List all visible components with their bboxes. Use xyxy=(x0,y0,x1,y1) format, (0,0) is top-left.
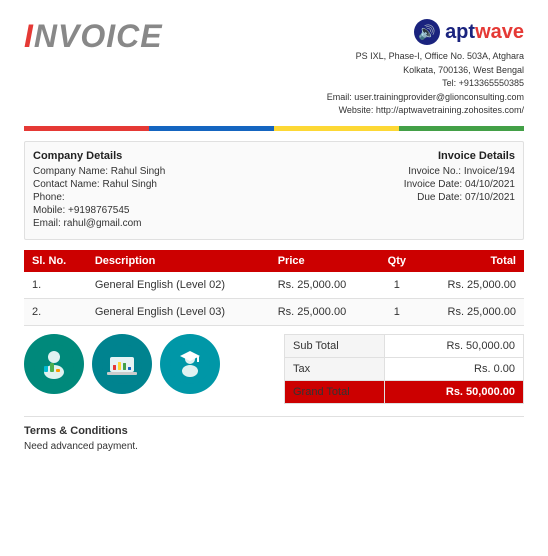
table-row: 1. General English (Level 02) Rs. 25,000… xyxy=(24,272,524,299)
invoice-page: INVOICE 🔊 aptwave PS IXL, Phase-I, Offic… xyxy=(0,0,548,470)
row2-qty: 1 xyxy=(375,298,418,325)
terms-section: Terms & Conditions Need advanced payment… xyxy=(24,416,524,452)
grand-total-value: Rs. 50,000.00 xyxy=(385,380,524,403)
row1-total: Rs. 25,000.00 xyxy=(418,272,524,299)
subtotal-value: Rs. 50,000.00 xyxy=(385,334,524,357)
col-description: Description xyxy=(87,250,270,272)
logo-text: aptwave xyxy=(445,21,524,44)
company-address: PS IXL, Phase-I, Office No. 503A, Atghar… xyxy=(327,50,524,118)
icon-circle-2 xyxy=(92,334,152,394)
row1-description: General English (Level 02) xyxy=(87,272,270,299)
row2-total: Rs. 25,000.00 xyxy=(418,298,524,325)
bar-yellow xyxy=(274,126,399,131)
address-line-2: Kolkata, 700136, West Bengal xyxy=(327,64,524,78)
invoice-details-title: Invoice Details xyxy=(404,150,515,162)
teacher-icon xyxy=(34,344,74,384)
logo-wave: wave xyxy=(475,21,524,43)
row1-sl: 1. xyxy=(24,272,87,299)
bottom-section: Sub Total Rs. 50,000.00 Tax Rs. 0.00 Gra… xyxy=(24,334,524,404)
invoice-line-2: Due Date: 07/10/2021 xyxy=(404,192,515,203)
row1-price: Rs. 25,000.00 xyxy=(270,272,376,299)
grand-total-row: Grand Total Rs. 50,000.00 xyxy=(285,380,524,403)
col-sl: Sl. No. xyxy=(24,250,87,272)
invoice-title-i: I xyxy=(24,18,34,54)
totals-table: Sub Total Rs. 50,000.00 Tax Rs. 0.00 Gra… xyxy=(284,334,524,404)
company-details: Company Details Company Name: Rahul Sing… xyxy=(33,150,404,231)
bar-green xyxy=(399,126,524,131)
invoice-title-area: INVOICE xyxy=(24,18,163,55)
logo: 🔊 aptwave xyxy=(327,18,524,46)
totals-area: Sub Total Rs. 50,000.00 Tax Rs. 0.00 Gra… xyxy=(284,334,524,404)
company-line-4: Email: rahul@gmail.com xyxy=(33,218,404,229)
aptwave-logo-icon: 🔊 xyxy=(413,18,441,46)
logo-apt: apt xyxy=(445,21,475,43)
svg-text:🔊: 🔊 xyxy=(418,23,435,41)
company-line-2: Phone: xyxy=(33,192,404,203)
bar-red xyxy=(24,126,149,131)
icon-circle-3 xyxy=(160,334,220,394)
icon-circle-1 xyxy=(24,334,84,394)
row2-sl: 2. xyxy=(24,298,87,325)
laptop-chart-icon xyxy=(102,344,142,384)
subtotal-label: Sub Total xyxy=(285,334,385,357)
company-details-title: Company Details xyxy=(33,150,404,162)
col-price: Price xyxy=(270,250,376,272)
row2-price: Rs. 25,000.00 xyxy=(270,298,376,325)
color-bar xyxy=(24,126,524,131)
tax-value: Rs. 0.00 xyxy=(385,357,524,380)
address-line-5: Website: http://aptwavetraining.zohosite… xyxy=(327,104,524,118)
invoice-details: Invoice Details Invoice No.: Invoice/194… xyxy=(404,150,515,231)
table-row: 2. General English (Level 03) Rs. 25,000… xyxy=(24,298,524,325)
terms-text: Need advanced payment. xyxy=(24,441,524,452)
row1-qty: 1 xyxy=(375,272,418,299)
table-header-row: Sl. No. Description Price Qty Total xyxy=(24,250,524,272)
header: INVOICE 🔊 aptwave PS IXL, Phase-I, Offic… xyxy=(24,18,524,118)
logo-address-area: 🔊 aptwave PS IXL, Phase-I, Office No. 50… xyxy=(327,18,524,118)
graduate-icon xyxy=(170,344,210,384)
tax-row: Tax Rs. 0.00 xyxy=(285,357,524,380)
invoice-title: INVOICE xyxy=(24,18,163,55)
subtotal-row: Sub Total Rs. 50,000.00 xyxy=(285,334,524,357)
col-qty: Qty xyxy=(375,250,418,272)
invoice-table: Sl. No. Description Price Qty Total 1. G… xyxy=(24,250,524,326)
col-total: Total xyxy=(418,250,524,272)
row2-description: General English (Level 03) xyxy=(87,298,270,325)
invoice-title-rest: NVOICE xyxy=(34,18,163,54)
address-line-3: Tel: +913365550385 xyxy=(327,77,524,91)
details-row: Company Details Company Name: Rahul Sing… xyxy=(24,141,524,240)
invoice-line-1: Invoice Date: 04/10/2021 xyxy=(404,179,515,190)
company-line-3: Mobile: +9198767545 xyxy=(33,205,404,216)
bar-blue xyxy=(149,126,274,131)
terms-title: Terms & Conditions xyxy=(24,425,524,437)
grand-total-label: Grand Total xyxy=(285,380,385,403)
address-line-4: Email: user.trainingprovider@glionconsul… xyxy=(327,91,524,105)
company-line-0: Company Name: Rahul Singh xyxy=(33,166,404,177)
invoice-line-0: Invoice No.: Invoice/194 xyxy=(404,166,515,177)
address-line-1: PS IXL, Phase-I, Office No. 503A, Atghar… xyxy=(327,50,524,64)
tax-label: Tax xyxy=(285,357,385,380)
company-line-1: Contact Name: Rahul Singh xyxy=(33,179,404,190)
icons-area xyxy=(24,334,220,394)
